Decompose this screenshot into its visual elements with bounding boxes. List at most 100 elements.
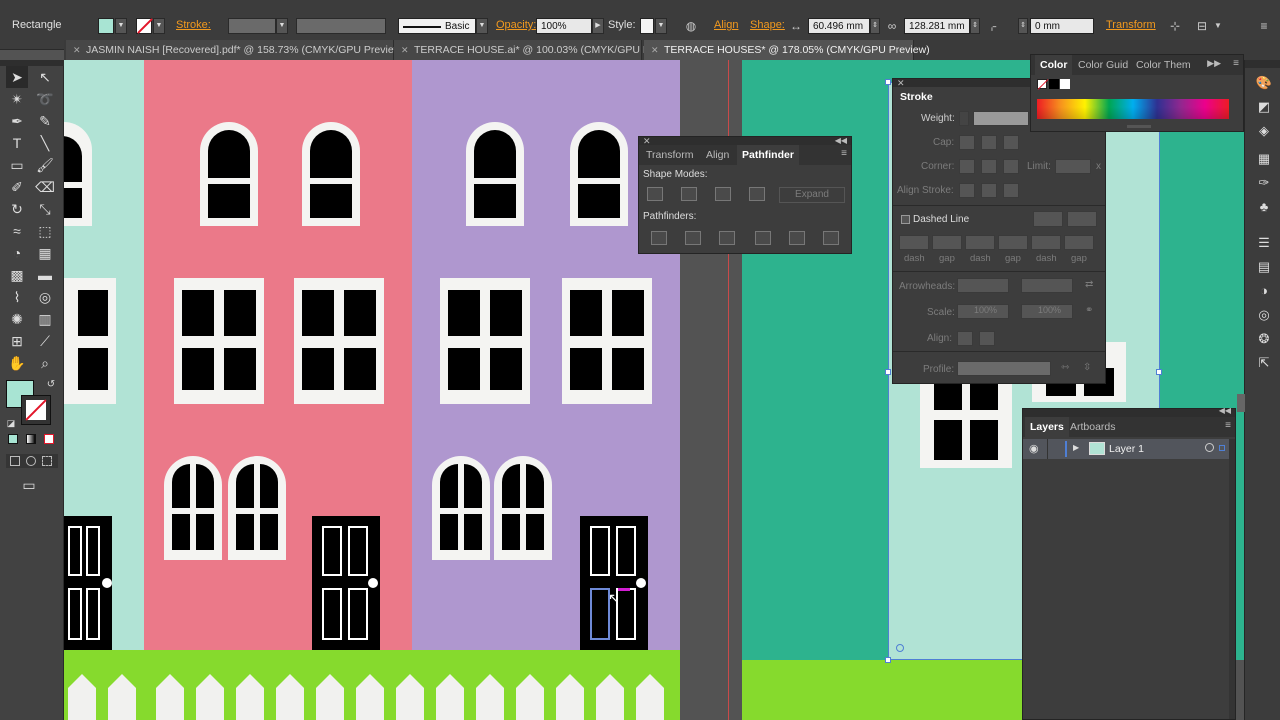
height-field[interactable]: 128.281 mm: [904, 18, 970, 34]
symbol-sprayer-tool-icon[interactable]: ✺: [6, 308, 28, 330]
visibility-eye-icon[interactable]: ◉: [1029, 442, 1039, 455]
window[interactable]: [440, 278, 530, 404]
collapse-panel-icon[interactable]: ◀◀: [1219, 406, 1231, 415]
arrow-tip-on-end-icon[interactable]: [979, 331, 995, 346]
color-guide-icon[interactable]: ◩: [1255, 98, 1273, 116]
screen-mode-icon[interactable]: ▭: [18, 474, 40, 496]
none-swatch[interactable]: [1037, 79, 1049, 90]
hand-tool-icon[interactable]: ✋: [6, 352, 28, 374]
resize-handle[interactable]: [885, 369, 891, 375]
gap-field[interactable]: [998, 235, 1028, 250]
weight-stepper[interactable]: [959, 111, 969, 126]
selection-indicator-icon[interactable]: [1219, 445, 1225, 451]
gap-field[interactable]: [1064, 235, 1094, 250]
trim-icon[interactable]: [685, 231, 701, 245]
layer-name[interactable]: Layer 1: [1109, 443, 1144, 455]
draw-behind-icon[interactable]: [26, 456, 36, 466]
layer-row[interactable]: ◉ ▶ Layer 1: [1023, 439, 1229, 459]
start-scale-field[interactable]: 100%: [957, 304, 1009, 319]
direct-selection-tool-icon[interactable]: ↖: [34, 66, 56, 88]
shape-link[interactable]: Shape:: [750, 19, 785, 31]
dock-header[interactable]: [1245, 60, 1280, 68]
collapse-panel-icon[interactable]: ◀◀: [835, 136, 847, 145]
brush-dropdown[interactable]: ▼: [476, 18, 488, 34]
selection-tool-icon[interactable]: ➤: [6, 66, 28, 88]
merge-icon[interactable]: [719, 231, 735, 245]
perspective-grid-tool-icon[interactable]: ▦: [34, 242, 56, 264]
arched-window[interactable]: [164, 456, 222, 560]
expand-triangle-icon[interactable]: ▶: [1073, 443, 1079, 452]
blend-tool-icon[interactable]: ◎: [34, 286, 56, 308]
graphic-styles-icon[interactable]: ❂: [1255, 330, 1273, 348]
color-panel-icon[interactable]: 🎨: [1255, 74, 1273, 92]
stroke-icon[interactable]: ☰: [1255, 234, 1273, 252]
flip-across-icon[interactable]: ⇳: [1083, 362, 1091, 373]
graphic-style-swatch[interactable]: [640, 18, 654, 34]
shaper-tool-icon[interactable]: ✐: [6, 176, 28, 198]
align-inside-icon[interactable]: [981, 183, 997, 198]
recolor-artwork-icon[interactable]: ◍: [683, 18, 699, 34]
minus-back-icon[interactable]: [823, 231, 839, 245]
grass[interactable]: [742, 660, 1022, 720]
opacity-link[interactable]: Opacity:: [496, 19, 536, 31]
tab-jasmin-naish[interactable]: ✕ JASMIN NAISH [Recovered].pdf* @ 158.73%…: [66, 40, 405, 60]
tab-stroke[interactable]: Stroke: [895, 87, 938, 107]
brush-definition[interactable]: Basic: [398, 18, 476, 34]
panel-menu-icon[interactable]: ≡: [1225, 420, 1231, 431]
expand-panel-icon[interactable]: ▶▶: [1207, 58, 1221, 69]
curvature-tool-icon[interactable]: ✎: [34, 110, 56, 132]
resize-handle[interactable]: [885, 79, 891, 85]
scale-tool-icon[interactable]: ⤡: [34, 198, 56, 220]
fill-dropdown[interactable]: ▼: [115, 18, 127, 34]
intersect-icon[interactable]: [715, 187, 731, 201]
round-cap-icon[interactable]: [981, 135, 997, 150]
rectangle-tool-icon[interactable]: ▭: [6, 154, 28, 176]
align-options-dropdown-icon[interactable]: ▼: [1210, 18, 1226, 34]
color-mode-icon[interactable]: [8, 434, 18, 444]
opacity-arrow[interactable]: ▶: [592, 18, 604, 34]
arched-window[interactable]: [200, 122, 258, 226]
corner-type-icon[interactable]: ⌌: [984, 18, 1000, 34]
tab-transform[interactable]: Transform: [641, 145, 698, 165]
corner-widget[interactable]: [896, 644, 904, 652]
dash-field[interactable]: [1031, 235, 1061, 250]
white-swatch[interactable]: [1060, 79, 1070, 89]
profile-dropdown[interactable]: [957, 361, 1051, 376]
window[interactable]: [174, 278, 264, 404]
swap-arrowheads-icon[interactable]: ⇄: [1085, 279, 1093, 290]
miter-join-icon[interactable]: [959, 159, 975, 174]
dash-field[interactable]: [899, 235, 929, 250]
dashed-line-checkbox[interactable]: [901, 215, 910, 224]
symbols-icon[interactable]: ♣: [1255, 198, 1273, 216]
panel-menu-icon[interactable]: ≡: [841, 148, 847, 159]
tab-align[interactable]: Align: [701, 145, 734, 165]
zoom-tool-icon[interactable]: ⌕: [34, 352, 56, 374]
paintbrush-tool-icon[interactable]: 🖌: [34, 154, 56, 176]
arched-window[interactable]: [466, 122, 524, 226]
outline-icon[interactable]: [789, 231, 805, 245]
gap-field[interactable]: [932, 235, 962, 250]
color-themes-icon[interactable]: ◈: [1255, 122, 1273, 140]
artboard-tool-icon[interactable]: ⊞: [6, 330, 28, 352]
lasso-tool-icon[interactable]: ➰: [34, 88, 56, 110]
slice-tool-icon[interactable]: ⟋: [34, 330, 56, 352]
weight-field[interactable]: [973, 111, 1029, 126]
style-dropdown[interactable]: ▼: [655, 18, 667, 34]
gradient-icon[interactable]: ▤: [1255, 258, 1273, 276]
end-arrowhead-dropdown[interactable]: [1021, 278, 1073, 293]
magic-wand-tool-icon[interactable]: ✴: [6, 88, 28, 110]
arched-window[interactable]: [432, 456, 490, 560]
corner-stepper[interactable]: ⇕: [1018, 18, 1028, 34]
control-bar-menu-icon[interactable]: ≡: [1256, 18, 1272, 34]
tab-layers[interactable]: Layers: [1025, 417, 1069, 437]
isolate-icon[interactable]: ⊹: [1167, 18, 1183, 34]
unite-icon[interactable]: [647, 187, 663, 201]
width-field[interactable]: 60.496 mm: [808, 18, 870, 34]
asset-export-icon[interactable]: ⇱: [1255, 354, 1273, 372]
swap-fill-stroke-icon[interactable]: ↺: [40, 374, 62, 396]
free-transform-tool-icon[interactable]: ⬚: [34, 220, 56, 242]
tab-color-themes[interactable]: Color Them: [1131, 55, 1196, 75]
resize-handle[interactable]: [885, 657, 891, 663]
window[interactable]: [294, 278, 384, 404]
limit-field[interactable]: [1055, 159, 1091, 174]
